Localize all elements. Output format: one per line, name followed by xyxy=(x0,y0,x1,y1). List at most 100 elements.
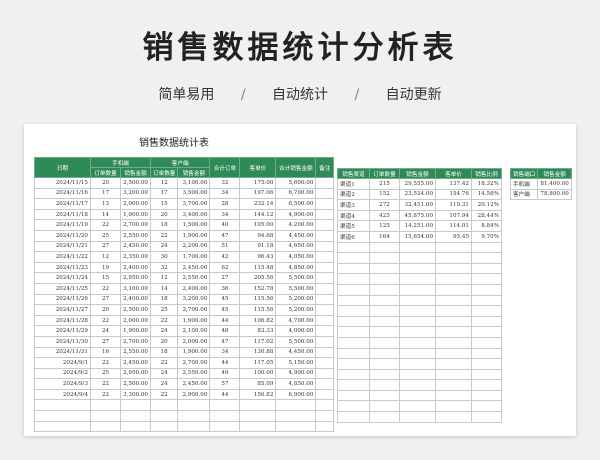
channel-header: 销售金额 xyxy=(399,168,436,179)
table-cell: 25 xyxy=(90,367,121,380)
table-cell: 19 xyxy=(90,261,121,274)
table-row xyxy=(337,241,502,254)
table-row: 手机端 81,400.00 xyxy=(509,178,572,190)
table-cell xyxy=(369,358,400,370)
table-cell: 96.43 xyxy=(239,251,277,263)
table-cell: 24 xyxy=(149,240,179,253)
table-cell xyxy=(471,315,502,328)
table-cell: 164 xyxy=(369,230,400,243)
table-cell xyxy=(369,368,400,381)
table-cell: 22 xyxy=(90,282,121,295)
table-cell: 14.58% xyxy=(471,188,502,201)
table-row xyxy=(337,400,502,413)
table-cell: 2,500.00 xyxy=(120,304,151,316)
table-cell: 44 xyxy=(209,357,241,369)
table-cell: 2,550.00 xyxy=(120,229,151,242)
tagline-easy: 简单易用 xyxy=(158,87,215,103)
table-cell: 2,550.00 xyxy=(120,346,151,359)
channel-header: 销售比例 xyxy=(471,168,502,179)
table-cell xyxy=(337,315,370,328)
taglines: 简单易用 / 自动统计 / 自动更新 xyxy=(0,84,600,104)
table-row: 2024/11/20 25 2,550.00 22 1,900.00 47 94.68 4,4… xyxy=(34,229,335,242)
table-cell xyxy=(239,420,277,433)
table-cell: 2,400.00 xyxy=(120,293,151,306)
table-cell xyxy=(471,241,502,254)
table-cell xyxy=(209,410,241,422)
table-cell: 2,000.00 xyxy=(120,314,151,327)
table-cell: 渠道4 xyxy=(337,209,370,222)
table-cell: 3,200.00 xyxy=(177,293,211,306)
table-row xyxy=(337,411,502,423)
table-cell: 20 xyxy=(149,208,179,221)
table-cell: 22 xyxy=(90,388,121,401)
table-cell: 手机端 xyxy=(509,178,539,190)
table-cell: 2,100.00 xyxy=(177,325,211,337)
table-cell: 1,900.00 xyxy=(177,314,211,327)
table-row xyxy=(337,326,502,338)
table-cell: 6,700.00 xyxy=(275,187,317,200)
table-cell xyxy=(399,389,436,402)
table-cell: 15 xyxy=(149,198,179,210)
table-cell: 27 xyxy=(90,293,121,306)
table-row xyxy=(34,420,335,433)
table-cell: 4,050.00 xyxy=(275,251,317,263)
channel-header: 订单数量 xyxy=(369,168,400,179)
table-cell xyxy=(369,315,400,328)
spreadsheet-preview: 销售数据统计表 日期 手机端 客户端 合计订单 客单价 合计销售金额 备注 订单… xyxy=(24,124,576,436)
table-cell: 2,550.00 xyxy=(177,367,211,380)
table-cell: 115.56 xyxy=(239,304,277,316)
table-cell: 205.56 xyxy=(239,272,277,284)
table-cell xyxy=(177,399,211,412)
table-cell: 渠道3 xyxy=(337,199,370,211)
table-cell xyxy=(369,294,400,307)
table-cell: 4,450.00 xyxy=(275,346,317,359)
table-cell: 2024/11/18 xyxy=(34,208,91,221)
table-cell: 115.48 xyxy=(239,261,277,274)
table-row: 2024/11/21 27 2,450.00 24 2,200.00 51 91.18 4,6… xyxy=(34,240,335,253)
table-cell xyxy=(337,326,370,338)
table-cell: 34 xyxy=(209,346,241,359)
table-cell xyxy=(435,315,472,328)
table-cell: 1,500.00 xyxy=(177,219,211,231)
table-cell: 94.68 xyxy=(239,229,277,242)
table-row: 2024/11/29 24 1,900.00 24 2,100.00 48 83.33 4,0… xyxy=(34,325,335,337)
table-cell xyxy=(435,411,472,423)
table-row: 2024/11/23 19 2,400.00 32 2,450.00 62 115.48 4,… xyxy=(34,261,335,274)
table-cell: 4,900.00 xyxy=(275,208,317,221)
table-cell xyxy=(337,400,370,413)
table-cell: 5,200.00 xyxy=(275,304,317,316)
table-cell: 2,400.00 xyxy=(177,282,211,295)
table-row: 2024/11/27 20 2,500.00 25 2,700.00 45 115.56 5,… xyxy=(34,304,335,316)
table-cell: 5,150.00 xyxy=(275,357,317,369)
table-cell xyxy=(315,219,335,231)
table-cell: 36 xyxy=(209,282,241,295)
table-cell xyxy=(337,379,370,391)
table-cell xyxy=(315,420,335,433)
table-cell xyxy=(315,208,335,221)
tagline-auto-stats: 自动统计 xyxy=(272,87,328,103)
table-cell: 47 xyxy=(209,229,241,242)
table-cell: 2024/11/16 xyxy=(34,187,91,200)
table-cell: 3,100.00 xyxy=(120,282,151,295)
table-cell xyxy=(315,282,335,295)
table-cell xyxy=(435,389,472,402)
table-cell xyxy=(471,389,502,402)
table-cell: 5,500.00 xyxy=(275,272,317,284)
table-row xyxy=(34,399,335,412)
table-row: 渠道3 272 32,451.00 119.31 20.12% xyxy=(337,199,502,211)
table-cell: 28.44% xyxy=(471,209,502,222)
table-cell xyxy=(471,305,502,317)
table-cell: 144.12 xyxy=(239,208,277,221)
table-cell xyxy=(369,241,400,254)
table-cell xyxy=(435,273,472,285)
table-cell: 3,400.00 xyxy=(177,208,211,221)
table-cell: 119.31 xyxy=(435,199,472,211)
table-cell: 6,500.00 xyxy=(275,198,317,210)
table-cell: 2024/9/4 xyxy=(34,388,91,401)
table-cell: 渠道1 xyxy=(337,178,370,190)
table-cell: 2,000.00 xyxy=(120,198,151,210)
table-cell: 2024/11/27 xyxy=(34,304,91,316)
table-row xyxy=(337,252,502,264)
table-cell: 18.32% xyxy=(471,178,502,190)
table-row xyxy=(337,315,502,328)
